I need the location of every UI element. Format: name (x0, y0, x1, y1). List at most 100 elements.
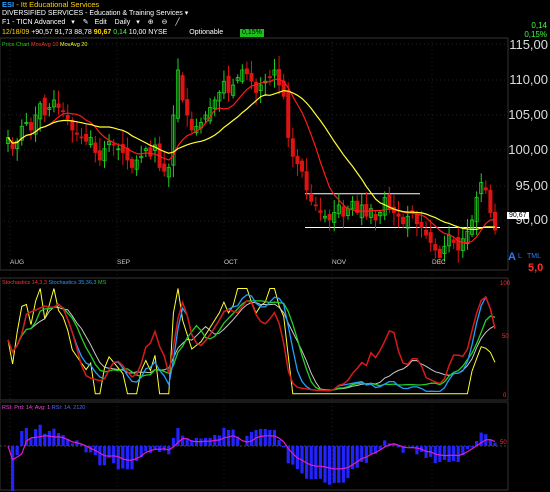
rsi-bar (180, 435, 185, 446)
candle-body (295, 155, 300, 165)
candle-body (437, 248, 442, 258)
candle-body (189, 118, 194, 131)
rsi-extra-label: RSI: 14, 2120 (51, 405, 86, 411)
rsi-bar (272, 429, 277, 446)
candle-body (313, 204, 318, 207)
rsi-bar (208, 437, 212, 446)
rsi-bar (493, 442, 497, 446)
rsi-bar (112, 446, 116, 464)
rsi-bar (415, 446, 419, 455)
rsi-bar (438, 446, 442, 463)
rsi-bar (282, 446, 286, 448)
candle-body (424, 229, 429, 236)
rsi-bar (231, 429, 235, 446)
rsi-bar (70, 443, 74, 446)
rsi-bar (15, 446, 19, 455)
candle-body (267, 76, 272, 79)
candle-body (433, 244, 438, 251)
month-label: OCT (224, 259, 238, 266)
rsi-bar (341, 446, 345, 483)
rsi-bar (309, 446, 313, 480)
month-label: SEP (117, 259, 131, 266)
side-value: 5,0 (528, 262, 544, 274)
rsi-bar (470, 446, 474, 448)
rsi-bar (222, 427, 226, 446)
candle-body (249, 72, 254, 82)
rsi-bar (144, 446, 148, 452)
rsi-bar (452, 446, 456, 461)
stoch-slow-line (7, 294, 496, 393)
rsi-bar (263, 428, 267, 446)
rsi-bar (125, 446, 130, 470)
rsi-line (7, 435, 496, 470)
rsi-bar (121, 446, 125, 469)
price-axis-label: 100,00 (508, 142, 548, 157)
rsi-bar (226, 429, 231, 446)
stoch-white-line (7, 301, 496, 391)
price-axis-label: 95,00 (515, 178, 548, 193)
candle-body (130, 158, 135, 168)
rsi-bar (355, 446, 359, 468)
alert-a-label[interactable]: A (508, 251, 516, 263)
rsi-bar (318, 446, 323, 479)
candle-body (318, 210, 323, 213)
stoch1-label: Stochastics 14,3,3 (2, 280, 47, 286)
candle-body (300, 160, 305, 172)
candle-body (84, 133, 89, 142)
rsi-bar (130, 446, 134, 470)
stoch-axis-label: 0 (503, 393, 507, 399)
candle-body (93, 142, 98, 153)
price-legend[interactable]: Price Chart MovAvg 10 MovAvg 20 (2, 42, 87, 48)
rsi-legend[interactable]: RSI: Prd: 14; Avg: 1 RSI: 14, 2120 (2, 405, 85, 411)
candle-body (364, 203, 369, 217)
candle-body (451, 239, 456, 243)
alert-tml-label[interactable]: TML (527, 253, 541, 260)
candle-body (419, 221, 424, 228)
alert-l-label[interactable]: L (518, 253, 522, 260)
candle-body (290, 138, 295, 157)
rsi-bar (98, 446, 102, 466)
rsi-bar (337, 446, 341, 483)
rsi-bar (148, 446, 153, 453)
rsi-bar (249, 432, 254, 446)
rsi-bar (332, 446, 336, 483)
last-price-tag: 90,67 (507, 212, 529, 219)
rsi-bar (456, 446, 460, 463)
rsi-bar (29, 438, 33, 446)
candle-body (327, 213, 332, 221)
candle-body (185, 99, 190, 116)
candle-body (148, 147, 153, 157)
rsi-bar (171, 437, 175, 446)
rsi-label: RSI: Prd: 14; Avg: 1 (2, 405, 51, 411)
rsi-bar (61, 435, 65, 446)
candle-body (396, 213, 401, 217)
rsi-bar (47, 431, 51, 446)
stoch-axis-label: 100 (500, 281, 511, 287)
stoch-ms-line (7, 300, 496, 392)
rsi-bar (465, 446, 470, 449)
rsi-bar (38, 424, 42, 446)
rsi-bar (277, 440, 281, 446)
stoch2-label: Stochastics 35,36,3 (48, 280, 97, 286)
candle-body (56, 103, 61, 108)
month-label: AUG (10, 259, 25, 266)
rsi-bar (268, 429, 272, 446)
rsi-bar (245, 435, 249, 446)
chart-canvas[interactable] (0, 0, 550, 492)
candle-body (483, 187, 488, 191)
stoch-legend[interactable]: Stochastics 14,3,3 Stochastics 35,36,3 M… (2, 280, 106, 286)
ma2-label: MovAvg 20 (60, 42, 88, 48)
month-label: DEC (432, 259, 446, 266)
rsi-bar (447, 446, 451, 463)
rsi-bar (383, 440, 387, 446)
price-axis-label: 110,00 (509, 72, 548, 87)
rsi-bar (10, 446, 15, 491)
candle-body (28, 122, 33, 131)
candle-body (309, 193, 314, 202)
rsi-bar (346, 446, 350, 479)
candle-body (414, 214, 419, 225)
candle-body (111, 143, 116, 146)
price-axis-label: 115,00 (509, 37, 548, 52)
candle-body (70, 120, 75, 131)
candle-body (277, 69, 282, 86)
